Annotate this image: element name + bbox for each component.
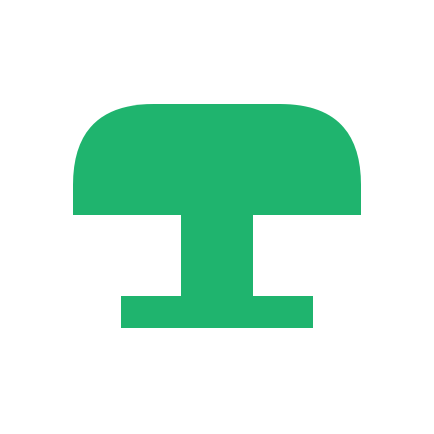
mushroom-table-icon [0, 0, 434, 434]
logo [0, 0, 434, 434]
logo-stem [181, 214, 253, 298]
logo-base [121, 296, 313, 328]
logo-cap [73, 104, 361, 215]
